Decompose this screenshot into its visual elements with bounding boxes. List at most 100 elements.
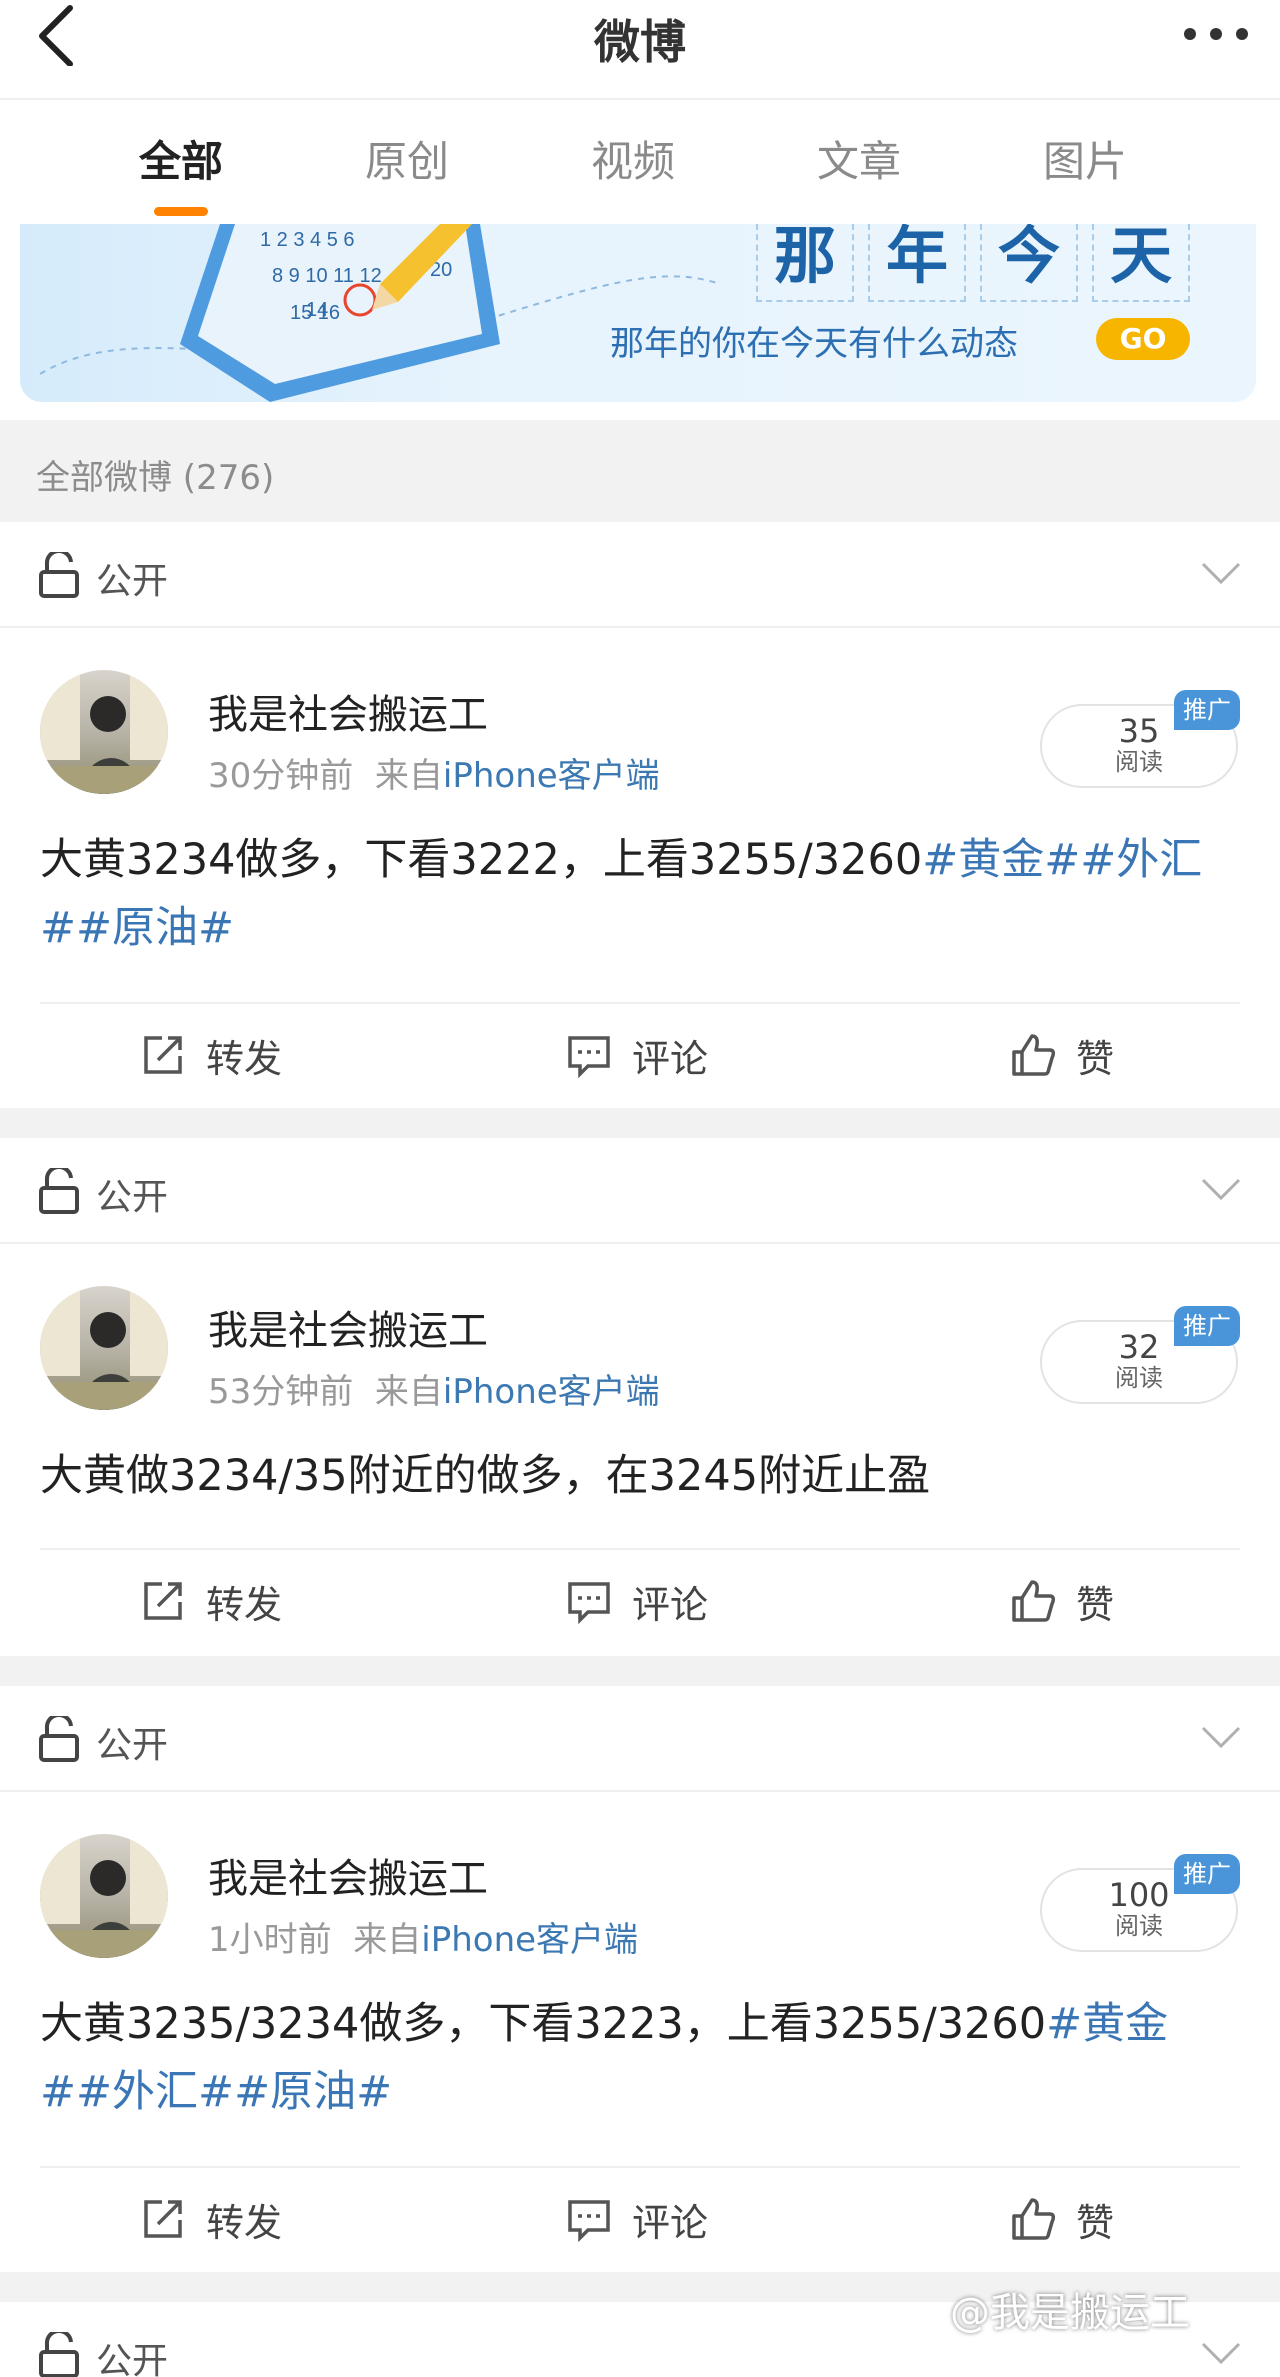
chevron-down-icon[interactable] bbox=[1200, 560, 1242, 586]
calendar-illustration-icon: 1 2 3 4 5 6 8 9 10 11 12 14 20 15 16 bbox=[39, 224, 721, 402]
chevron-down-icon[interactable] bbox=[1200, 1724, 1242, 1750]
author-name[interactable]: 我是社会搬运工 bbox=[208, 1298, 488, 1356]
like-button[interactable]: 赞 bbox=[1010, 2192, 1114, 2246]
unlock-icon bbox=[39, 2332, 79, 2377]
author-name[interactable]: 我是社会搬运工 bbox=[208, 1846, 488, 1904]
chevron-down-icon[interactable] bbox=[1200, 1176, 1242, 1202]
like-label: 赞 bbox=[1076, 1036, 1115, 1081]
chevron-down-icon[interactable] bbox=[1200, 2340, 1242, 2366]
post-text: 大黄3234做多，下看3222，上看3255/3260#黄金##外汇##原油# bbox=[40, 826, 1240, 962]
source-prefix: 来自 bbox=[374, 756, 443, 796]
weibo-count-bar: 全部微博 (276) bbox=[0, 420, 1280, 522]
repost-button[interactable]: 转发 bbox=[140, 2192, 282, 2246]
post-source[interactable]: iPhone客户端 bbox=[421, 1920, 638, 1960]
read-label: 阅读 bbox=[1115, 1364, 1163, 1392]
post-body: 大黄3235/3234做多，下看3223，上看3255/3260 bbox=[40, 1999, 1047, 2049]
post-card: 公开 我是社会搬运工 1小时前 来自iPhone客户端 100 阅读 推广 大黄… bbox=[0, 1686, 1280, 2272]
comment-button[interactable]: 评论 bbox=[566, 2192, 708, 2246]
more-icon[interactable] bbox=[1176, 8, 1256, 58]
weibo-count-label: 全部微博 (276) bbox=[36, 458, 275, 498]
promote-badge[interactable]: 推广 bbox=[1174, 1854, 1240, 1894]
repost-label: 转发 bbox=[206, 1036, 283, 1081]
comment-label: 评论 bbox=[632, 2200, 709, 2245]
comment-button[interactable]: 评论 bbox=[566, 1574, 708, 1628]
thumbs-up-icon bbox=[1012, 2198, 1056, 2240]
tab-all[interactable]: 全部 bbox=[101, 128, 261, 189]
post-meta: 1小时前 来自iPhone客户端 bbox=[208, 1912, 638, 1961]
repost-button[interactable]: 转发 bbox=[140, 1574, 282, 1628]
post-time: 1小时前 bbox=[208, 1920, 332, 1960]
like-button[interactable]: 赞 bbox=[1010, 1028, 1114, 1082]
post-actions: 转发 评论 赞 bbox=[40, 1002, 1240, 1108]
promote-badge[interactable]: 推广 bbox=[1174, 690, 1240, 730]
post-time: 53分钟前 bbox=[208, 1372, 354, 1412]
comment-icon bbox=[568, 1036, 610, 1078]
read-label: 阅读 bbox=[1115, 748, 1163, 776]
comment-label: 评论 bbox=[632, 1582, 709, 1627]
repost-icon bbox=[144, 2200, 182, 2238]
post-meta: 30分钟前 来自iPhone客户端 bbox=[208, 748, 660, 797]
divider bbox=[0, 1656, 1280, 1686]
thumbs-up-icon bbox=[1012, 1580, 1056, 1622]
source-prefix: 来自 bbox=[353, 1920, 422, 1960]
svg-text:8 9 10 11 12: 8 9 10 11 12 bbox=[272, 265, 382, 287]
repost-label: 转发 bbox=[206, 2200, 283, 2245]
repost-icon bbox=[144, 1582, 182, 1620]
thumbs-up-icon bbox=[1012, 1034, 1056, 1076]
comment-icon bbox=[568, 2200, 610, 2242]
comment-label: 评论 bbox=[632, 1036, 709, 1081]
avatar[interactable] bbox=[40, 670, 168, 794]
banner-title: 那年今天 bbox=[756, 224, 1204, 302]
post-actions: 转发 评论 赞 bbox=[40, 2166, 1240, 2272]
post-body: 大黄3234做多，下看3222，上看3255/3260 bbox=[40, 835, 923, 885]
avatar[interactable] bbox=[40, 1286, 168, 1410]
post-text: 大黄3235/3234做多，下看3223，上看3255/3260#黄金##外汇#… bbox=[40, 1990, 1240, 2126]
post-source[interactable]: iPhone客户端 bbox=[443, 756, 660, 796]
post-time: 30分钟前 bbox=[208, 756, 354, 796]
svg-text:15 16: 15 16 bbox=[290, 302, 340, 324]
avatar[interactable] bbox=[40, 1834, 168, 1958]
repost-button[interactable]: 转发 bbox=[140, 1028, 282, 1082]
svg-text:1 2 3 4 5 6: 1 2 3 4 5 6 bbox=[260, 229, 355, 251]
read-label: 阅读 bbox=[1115, 1912, 1163, 1940]
like-label: 赞 bbox=[1076, 1582, 1115, 1627]
source-prefix: 来自 bbox=[374, 1372, 443, 1412]
page-title: 微博 bbox=[594, 15, 686, 69]
visibility-row[interactable]: 公开 bbox=[0, 1138, 1280, 1244]
visibility-row[interactable]: 公开 bbox=[0, 522, 1280, 628]
post-source[interactable]: iPhone客户端 bbox=[443, 1372, 660, 1412]
divider bbox=[0, 1108, 1280, 1138]
banner-subtitle: 那年的你在今天有什么动态 bbox=[610, 324, 1018, 364]
repost-icon bbox=[144, 1036, 182, 1074]
memory-banner[interactable]: 1 2 3 4 5 6 8 9 10 11 12 14 20 15 16 那年今… bbox=[20, 224, 1256, 402]
author-name[interactable]: 我是社会搬运工 bbox=[208, 682, 488, 740]
tab-image[interactable]: 图片 bbox=[1005, 128, 1165, 189]
top-bar: 微博 bbox=[0, 0, 1280, 100]
unlock-icon bbox=[39, 1716, 79, 1762]
promote-badge[interactable]: 推广 bbox=[1174, 1306, 1240, 1346]
comment-icon bbox=[568, 1582, 610, 1624]
visibility-label: 公开 bbox=[96, 561, 169, 602]
like-label: 赞 bbox=[1076, 2200, 1115, 2245]
visibility-label: 公开 bbox=[96, 1725, 169, 1766]
post-actions: 转发 评论 赞 bbox=[40, 1548, 1240, 1654]
active-tab-indicator bbox=[154, 207, 208, 216]
post-meta: 53分钟前 来自iPhone客户端 bbox=[208, 1364, 660, 1413]
like-button[interactable]: 赞 bbox=[1010, 1574, 1114, 1628]
post-text: 大黄做3234/35附近的做多，在3245附近止盈 bbox=[40, 1442, 1240, 1510]
filter-tabs: 全部 原创 视频 文章 图片 bbox=[0, 100, 1280, 224]
comment-button[interactable]: 评论 bbox=[566, 1028, 708, 1082]
watermark: @我是搬运工 bbox=[950, 2290, 1190, 2336]
unlock-icon bbox=[39, 1168, 79, 1214]
tab-article[interactable]: 文章 bbox=[779, 128, 939, 189]
unlock-icon bbox=[39, 552, 79, 598]
tab-video[interactable]: 视频 bbox=[553, 128, 713, 189]
visibility-label: 公开 bbox=[96, 1177, 169, 1218]
visibility-row[interactable]: 公开 bbox=[0, 1686, 1280, 1792]
post-body: 大黄做3234/35附近的做多，在3245附近止盈 bbox=[40, 1451, 931, 1501]
repost-label: 转发 bbox=[206, 1582, 283, 1627]
post-card: 公开 我是社会搬运工 53分钟前 来自iPhone客户端 32 阅读 推广 大黄… bbox=[0, 1138, 1280, 1656]
visibility-label: 公开 bbox=[96, 2341, 169, 2377]
go-button[interactable]: GO bbox=[1096, 318, 1190, 360]
tab-original[interactable]: 原创 bbox=[327, 128, 487, 189]
